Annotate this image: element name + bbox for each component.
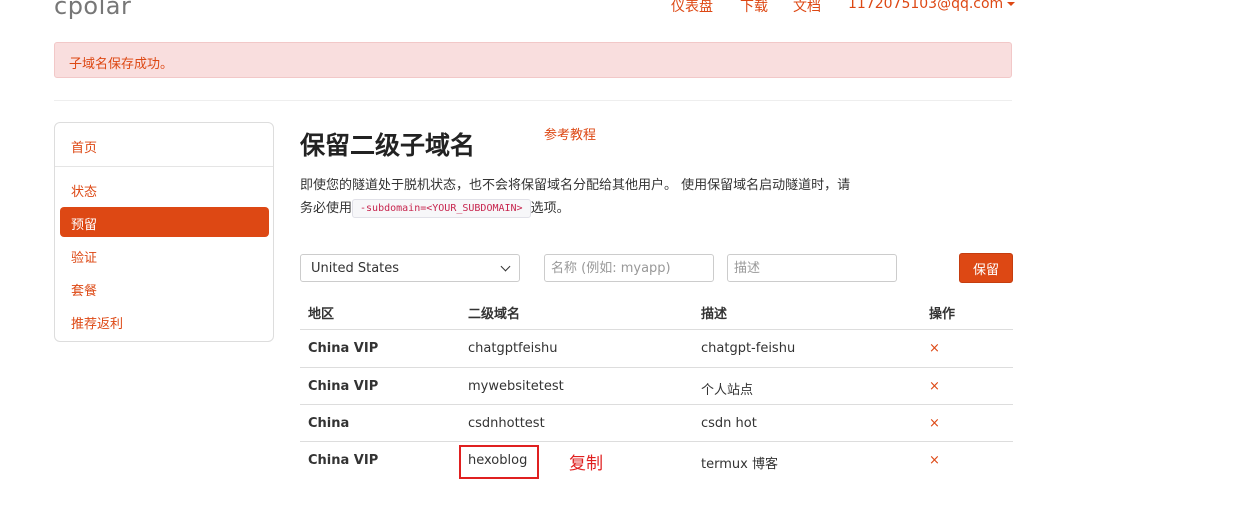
row-subdomain: mywebsitetest xyxy=(468,379,564,394)
table-row: China VIP chatgptfeishu chatgpt-feishu × xyxy=(300,330,1013,367)
sidebar-item-label: 预留 xyxy=(71,218,98,233)
sidebar-divider xyxy=(55,166,273,167)
header-description: 描述 xyxy=(701,307,728,322)
row-description: 个人站点 xyxy=(701,383,754,398)
table-row: China csdnhottest csdn hot × xyxy=(300,404,1013,441)
reserve-button[interactable]: 保留 xyxy=(959,253,1013,283)
sidebar-item-home[interactable]: 首页 xyxy=(71,137,97,156)
table-row: China VIP mywebsitetest 个人站点 × xyxy=(300,367,1013,404)
success-alert: 子域名保存成功。 xyxy=(54,42,1012,78)
page-description: 即使您的隧道处于脱机状态，也不会将保留域名分配给其他用户。 使用保留域名启动隧道… xyxy=(300,174,860,220)
row-description: termux 博客 xyxy=(701,457,778,472)
row-region: China xyxy=(308,416,350,431)
delete-icon[interactable]: × xyxy=(929,341,940,356)
row-region: China VIP xyxy=(308,453,379,468)
delete-icon[interactable]: × xyxy=(929,379,940,394)
region-select[interactable]: United States xyxy=(300,254,520,282)
sidebar-item-referral[interactable]: 推荐返利 xyxy=(71,313,123,332)
row-region: China VIP xyxy=(308,341,379,356)
sidebar-item-plan[interactable]: 套餐 xyxy=(71,280,97,299)
nav-download[interactable]: 下载 xyxy=(740,0,768,16)
alert-text: 子域名保存成功。 xyxy=(69,57,174,72)
region-select-value: United States xyxy=(311,261,400,276)
subdomain-flag-code: -subdomain=<YOUR_SUBDOMAIN> xyxy=(352,199,531,218)
brand-logo[interactable]: cpolar xyxy=(54,0,131,20)
row-description: chatgpt-feishu xyxy=(701,341,796,356)
description-input[interactable] xyxy=(727,254,897,282)
nav-docs[interactable]: 文档 xyxy=(793,0,821,16)
caret-down-icon xyxy=(1007,2,1016,6)
page-title: 保留二级子域名 xyxy=(300,131,476,160)
account-menu[interactable]: 1172075103@qq.com xyxy=(848,0,1016,12)
sidebar-item-status[interactable]: 状态 xyxy=(71,181,97,200)
subdomain-name-input[interactable] xyxy=(544,254,714,282)
row-subdomain: csdnhottest xyxy=(468,416,545,431)
row-subdomain: chatgptfeishu xyxy=(468,341,558,356)
chevron-down-icon xyxy=(500,261,511,272)
annotation-copy-label: 复制 xyxy=(569,454,603,474)
annotation-highlight-box xyxy=(459,445,539,479)
sidebar: 首页 状态 预留 验证 套餐 推荐返利 xyxy=(54,122,274,342)
header-region: 地区 xyxy=(308,307,335,322)
header-action: 操作 xyxy=(929,307,956,322)
table-row: China VIP hexoblog termux 博客 × xyxy=(300,441,1013,478)
sidebar-item-reserved[interactable]: 预留 xyxy=(60,207,269,237)
row-region: China VIP xyxy=(308,379,379,394)
reserved-domains-table: 地区 二级域名 描述 操作 China VIP chatgptfeishu ch… xyxy=(300,292,1013,478)
header-subdomain: 二级域名 xyxy=(468,307,521,322)
nav-dashboard[interactable]: 仪表盘 xyxy=(671,0,713,16)
account-email: 1172075103@qq.com xyxy=(848,0,1004,12)
sidebar-item-verify[interactable]: 验证 xyxy=(71,247,97,266)
tutorial-link[interactable]: 参考教程 xyxy=(544,124,596,143)
table-header-row: 地区 二级域名 描述 操作 xyxy=(300,292,1013,330)
delete-icon[interactable]: × xyxy=(929,453,940,468)
divider xyxy=(54,100,1012,101)
desc-text-end: 选项。 xyxy=(530,201,570,216)
delete-icon[interactable]: × xyxy=(929,416,940,431)
row-description: csdn hot xyxy=(701,416,757,431)
